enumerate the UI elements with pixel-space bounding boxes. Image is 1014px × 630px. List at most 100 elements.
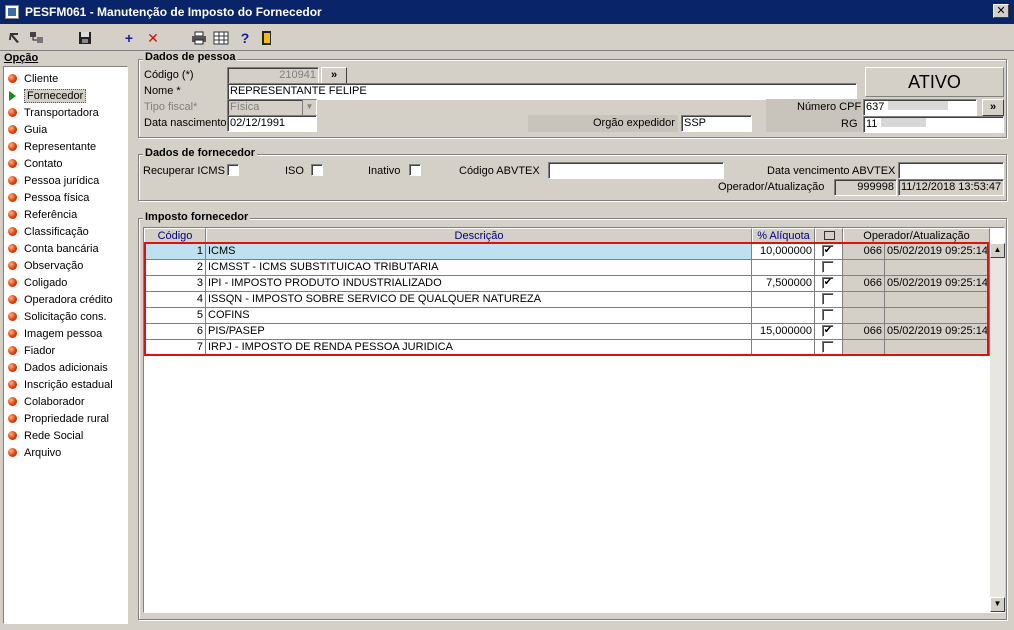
print-icon[interactable]: [190, 29, 208, 47]
cell-descricao: ISSQN - IMPOSTO SOBRE SERVICO DE QUALQUE…: [206, 292, 752, 308]
grid-icon[interactable]: [212, 29, 230, 47]
app-icon: [5, 5, 19, 19]
cell-aliquota[interactable]: [752, 260, 815, 276]
cell-descricao: IRPJ - IMPOSTO DE RENDA PESSOA JURIDICA: [206, 340, 752, 356]
col-header-codigo[interactable]: Código: [144, 228, 206, 244]
cell-check: [815, 308, 843, 324]
opcao-item-pessoa-juridica[interactable]: Pessoa jurídica: [8, 173, 99, 188]
opcao-item-cliente[interactable]: Cliente: [8, 71, 58, 86]
tipo-fiscal-select[interactable]: Física ▼: [227, 99, 317, 116]
cell-aliquota[interactable]: [752, 308, 815, 324]
abvtex-field[interactable]: [548, 162, 724, 179]
opcao-item-solicitacao-cons[interactable]: Solicitação cons.: [8, 309, 107, 324]
bullet-icon: [8, 414, 17, 423]
rg-label: RG: [841, 118, 858, 130]
cell-aliquota[interactable]: 7,500000: [752, 276, 815, 292]
opcao-item-classificacao[interactable]: Classificação: [8, 224, 89, 239]
col-header-descricao[interactable]: Descrição: [206, 228, 752, 244]
table-row[interactable]: 3 IPI - IMPOSTO PRODUTO INDUSTRIALIZADO …: [144, 276, 990, 292]
orgao-label: Orgão expedidor: [593, 117, 675, 129]
help-icon[interactable]: ?: [236, 29, 254, 47]
chevron-down-icon[interactable]: ▼: [302, 100, 316, 115]
cell-operador: [843, 260, 885, 276]
vencimento-abvtex-field[interactable]: [898, 162, 1004, 179]
col-header-operador[interactable]: Operador/Atualização: [843, 228, 990, 244]
iso-checkbox[interactable]: [311, 164, 323, 176]
opcao-item-fiador[interactable]: Fiador: [8, 343, 55, 358]
abvtex-label: Código ABVTEX: [459, 165, 540, 177]
cell-aliquota[interactable]: [752, 292, 815, 308]
pessoa-group-title: Dados de pessoa: [143, 51, 238, 63]
table-row[interactable]: 2 ICMSST - ICMS SUBSTITUICAO TRIBUTARIA: [144, 260, 990, 276]
opcao-item-observacao[interactable]: Observação: [8, 258, 83, 273]
delete-icon[interactable]: ✕: [144, 29, 162, 47]
bullet-icon: [8, 295, 17, 304]
opcao-item-conta-bancaria[interactable]: Conta bancária: [8, 241, 99, 256]
cell-data: [885, 340, 990, 356]
opcao-item-arquivo[interactable]: Arquivo: [8, 445, 61, 460]
opcao-item-pessoa-fisica[interactable]: Pessoa física: [8, 190, 89, 205]
table-row[interactable]: 4 ISSQN - IMPOSTO SOBRE SERVICO DE QUALQ…: [144, 292, 990, 308]
nascimento-field[interactable]: 02/12/1991: [227, 115, 317, 132]
opcao-item-propriedade-rural[interactable]: Propriedade rural: [8, 411, 109, 426]
cell-operador: [843, 308, 885, 324]
row-checkbox[interactable]: [822, 261, 834, 273]
opcao-item-transportadora[interactable]: Transportadora: [8, 105, 99, 120]
scroll-up-icon[interactable]: ▲: [990, 243, 1005, 258]
col-header-checkbox[interactable]: [815, 228, 843, 244]
cell-aliquota[interactable]: [752, 340, 815, 356]
opcao-item-imagem-pessoa[interactable]: Imagem pessoa: [8, 326, 102, 341]
row-checkbox[interactable]: [822, 341, 834, 353]
opcao-item-referencia[interactable]: Referência: [8, 207, 77, 222]
opcao-item-inscricao-estadual[interactable]: Inscrição estadual: [8, 377, 113, 392]
codigo-field[interactable]: 210941: [227, 67, 319, 84]
opcao-item-operadora-credito[interactable]: Operadora crédito: [8, 292, 113, 307]
codigo-label: Código (*): [144, 69, 194, 81]
recuperar-icms-label: Recuperar ICMS: [143, 165, 225, 177]
tree-icon[interactable]: [28, 29, 46, 47]
opcao-item-colaborador[interactable]: Colaborador: [8, 394, 85, 409]
inativo-checkbox[interactable]: [409, 164, 421, 176]
fornecedor-group-title: Dados de fornecedor: [143, 147, 258, 159]
col-header-aliquota[interactable]: % Alíquota: [752, 228, 815, 244]
add-icon[interactable]: +: [120, 29, 138, 47]
nome-field[interactable]: REPRESENTANTE FELIPE: [227, 83, 857, 100]
row-checkbox[interactable]: ✔: [822, 245, 834, 257]
codigo-lookup-button[interactable]: »: [321, 67, 347, 84]
cell-descricao: IPI - IMPOSTO PRODUTO INDUSTRIALIZADO: [206, 276, 752, 292]
rg-field[interactable]: 11: [863, 116, 1004, 133]
table-row[interactable]: 7 IRPJ - IMPOSTO DE RENDA PESSOA JURIDIC…: [144, 340, 990, 356]
table-row[interactable]: 5 COFINS: [144, 308, 990, 324]
cpf-field[interactable]: 637: [863, 99, 977, 116]
exit-icon[interactable]: [258, 29, 276, 47]
opcao-item-representante[interactable]: Representante: [8, 139, 96, 154]
scroll-down-icon[interactable]: ▼: [990, 597, 1005, 612]
back-icon[interactable]: [6, 29, 24, 47]
opcao-item-fornecedor[interactable]: Fornecedor: [8, 88, 87, 103]
close-button[interactable]: ✕: [993, 4, 1009, 18]
opcao-item-rede-social[interactable]: Rede Social: [8, 428, 83, 443]
opcao-item-coligado[interactable]: Coligado: [8, 275, 67, 290]
bullet-icon: [8, 397, 17, 406]
opcao-item-contato[interactable]: Contato: [8, 156, 63, 171]
cpf-lookup-button[interactable]: »: [982, 99, 1004, 116]
bullet-icon: [8, 380, 17, 389]
cell-aliquota[interactable]: 10,000000: [752, 244, 815, 260]
orgao-field[interactable]: SSP: [681, 115, 752, 132]
row-checkbox[interactable]: [822, 309, 834, 321]
row-checkbox[interactable]: [822, 293, 834, 305]
row-checkbox[interactable]: ✔: [822, 325, 834, 337]
table-row[interactable]: 1 ICMS 10,000000 ✔ 066 05/02/2019 09:25:…: [144, 244, 990, 260]
save-icon[interactable]: [76, 29, 94, 47]
recuperar-icms-checkbox[interactable]: [227, 164, 239, 176]
table-row[interactable]: 6 PIS/PASEP 15,000000 ✔ 066 05/02/2019 0…: [144, 324, 990, 340]
cell-check: ✔: [815, 276, 843, 292]
opcao-item-dados-adicionais[interactable]: Dados adicionais: [8, 360, 108, 375]
row-checkbox[interactable]: ✔: [822, 277, 834, 289]
bullet-icon: [8, 125, 17, 134]
cell-aliquota[interactable]: 15,000000: [752, 324, 815, 340]
table-scrollbar[interactable]: ▲ ▼: [990, 243, 1005, 612]
bullet-icon: [8, 159, 17, 168]
cell-codigo: 2: [144, 260, 206, 276]
opcao-item-guia[interactable]: Guia: [8, 122, 47, 137]
